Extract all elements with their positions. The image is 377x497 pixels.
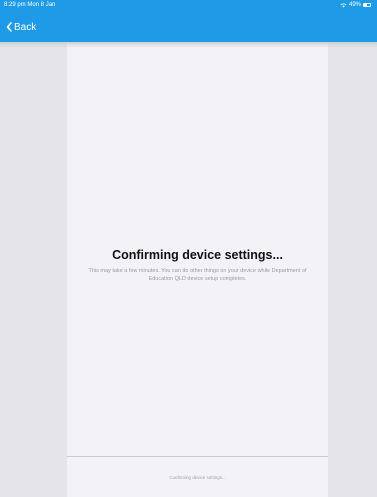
page-subtitle: This may take a few minutes. You can do …: [88, 268, 307, 282]
footer-status-text: Confirming device settings...: [169, 475, 226, 480]
navigation-bar: Back: [0, 10, 377, 42]
right-margin: [328, 42, 377, 497]
status-indicators: 49%: [340, 0, 371, 10]
back-button[interactable]: Back: [6, 19, 36, 35]
nav-shadow: [0, 42, 377, 48]
status-bar: 8:29 pm Mon 8 Jan 49%: [0, 0, 377, 10]
left-margin: [0, 42, 67, 497]
content-panel: Confirming device settings... This may t…: [67, 42, 328, 497]
battery-percent: 49%: [348, 2, 361, 8]
battery-icon: [363, 3, 371, 7]
footer-divider: [67, 456, 328, 457]
chevron-left-icon: [6, 22, 12, 32]
status-time: 8:29 pm Mon 8 Jan: [4, 2, 56, 8]
battery-fill: [364, 4, 367, 6]
wifi-icon: [340, 2, 347, 7]
back-label: Back: [14, 21, 37, 33]
page-title: Confirming device settings...: [112, 248, 283, 262]
